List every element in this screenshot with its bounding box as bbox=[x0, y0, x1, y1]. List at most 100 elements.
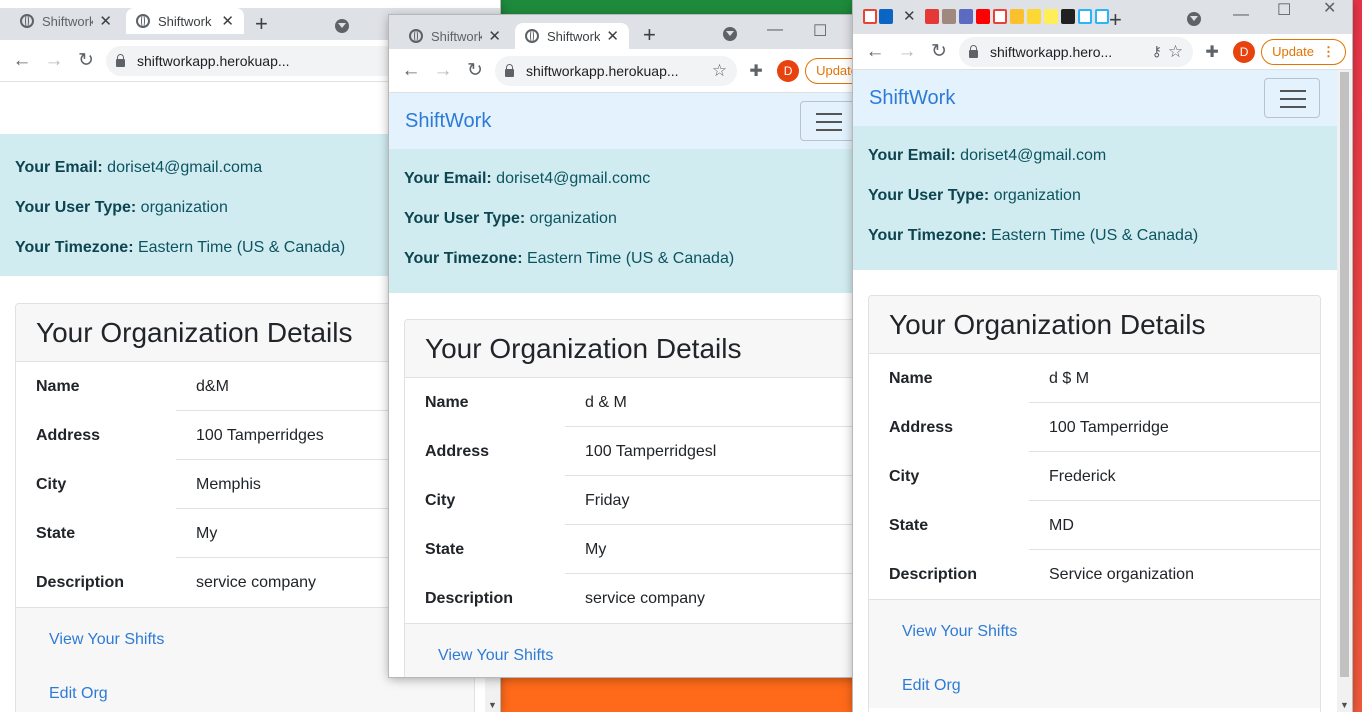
site-navbar: ShiftWork bbox=[853, 70, 1337, 126]
reload-icon[interactable]: ↻ bbox=[70, 49, 102, 72]
maximize-window-icon[interactable]: ☐ bbox=[813, 21, 827, 41]
lock-icon bbox=[969, 44, 978, 58]
gmail-favicon-icon[interactable] bbox=[993, 9, 1007, 24]
favicon-blue-icon[interactable] bbox=[1095, 9, 1109, 24]
favicon-yellow-icon[interactable] bbox=[1044, 9, 1058, 24]
back-arrow-icon[interactable]: ← bbox=[859, 41, 891, 63]
favicon-yellow-icon[interactable] bbox=[1027, 9, 1041, 24]
favicon-red-icon[interactable] bbox=[925, 9, 939, 24]
wallpaper-red-edge bbox=[1352, 0, 1362, 712]
close-tab-icon[interactable]: ✕ bbox=[606, 27, 619, 45]
org-details-card: Your Organization Details Name d $ M Addr… bbox=[868, 295, 1321, 712]
close-window-icon[interactable]: ✕ bbox=[1323, 0, 1336, 18]
hamburger-menu-icon[interactable] bbox=[800, 101, 856, 141]
user-type-label: Your User Type: bbox=[868, 187, 990, 204]
new-tab-plus-icon[interactable]: + bbox=[1109, 9, 1122, 31]
minimize-window-icon[interactable]: — bbox=[1233, 6, 1249, 24]
row-value: 100 Tamperridge bbox=[1049, 419, 1169, 436]
tab-shiftwork-1[interactable]: Shiftwork ✕ bbox=[399, 23, 511, 49]
org-card-footer: View Your Shifts Edit Org bbox=[869, 599, 1320, 708]
youtube-favicon-icon[interactable] bbox=[976, 9, 990, 24]
minimize-window-icon[interactable]: — bbox=[767, 21, 783, 39]
gmail-favicon-icon[interactable] bbox=[863, 9, 877, 24]
org-card-footer: View Your Shifts bbox=[405, 623, 869, 677]
browser-toolbar: ← → ↻ shiftworkapp.hero... ⚷ ☆ ✚ D Updat… bbox=[853, 34, 1352, 70]
favicon-yellow-icon[interactable] bbox=[1010, 9, 1024, 24]
url-text: shiftworkapp.herokuap... bbox=[526, 62, 679, 79]
address-bar[interactable]: shiftworkapp.herokuap... ☆ bbox=[106, 45, 432, 76]
new-tab-plus-icon[interactable]: + bbox=[255, 13, 268, 35]
favicon-dark-icon[interactable] bbox=[1061, 9, 1075, 24]
tab-search-icon[interactable] bbox=[723, 27, 737, 41]
favicon-photo-icon[interactable] bbox=[942, 9, 956, 24]
row-label: Address bbox=[36, 427, 101, 444]
tab-shiftwork-1[interactable]: Shiftwork ✕ bbox=[10, 8, 122, 34]
address-bar[interactable]: shiftworkapp.hero... ⚷ ☆ bbox=[959, 36, 1194, 67]
profile-avatar[interactable]: D bbox=[1233, 40, 1256, 63]
email-label: Your Email: bbox=[15, 159, 103, 176]
profile-avatar[interactable]: D bbox=[777, 59, 800, 82]
bookmark-star-icon[interactable]: ☆ bbox=[712, 61, 727, 81]
view-shifts-link[interactable]: View Your Shifts bbox=[438, 624, 869, 677]
scrollbar-thumb[interactable] bbox=[1340, 72, 1349, 677]
user-email-line: Your Email: doriset4@gmail.com bbox=[868, 136, 1322, 176]
back-arrow-icon[interactable]: ← bbox=[6, 50, 38, 72]
close-tab-icon[interactable]: ✕ bbox=[488, 27, 501, 45]
more-menu-icon: ⋮ bbox=[1322, 43, 1335, 59]
address-bar[interactable]: shiftworkapp.herokuap... ☆ bbox=[495, 55, 738, 86]
extensions-puzzle-icon[interactable]: ✚ bbox=[741, 61, 771, 81]
timezone-line: Your Timezone: Eastern Time (US & Canada… bbox=[868, 216, 1322, 256]
scroll-down-arrow-icon[interactable]: ▼ bbox=[485, 700, 500, 710]
email-label: Your Email: bbox=[404, 170, 492, 187]
brand-link[interactable]: ShiftWork bbox=[405, 110, 491, 133]
hamburger-menu-icon[interactable] bbox=[1264, 78, 1320, 118]
forward-arrow-icon[interactable]: → bbox=[38, 50, 70, 72]
reload-icon[interactable]: ↻ bbox=[923, 40, 955, 63]
row-value: service company bbox=[196, 574, 317, 591]
tab-search-icon[interactable] bbox=[335, 19, 349, 33]
update-label: Update bbox=[1272, 44, 1314, 59]
view-shifts-link[interactable]: View Your Shifts bbox=[902, 600, 1320, 654]
favicon-blue-icon[interactable] bbox=[1078, 9, 1092, 24]
user-info-alert: Your Email: doriset4@gmail.com Your User… bbox=[853, 126, 1337, 270]
close-tab-icon[interactable]: ✕ bbox=[221, 12, 234, 30]
email-label: Your Email: bbox=[868, 147, 956, 164]
brand-link[interactable]: ShiftWork bbox=[869, 87, 955, 110]
timezone-label: Your Timezone: bbox=[404, 250, 523, 267]
reload-icon[interactable]: ↻ bbox=[459, 59, 491, 82]
browser-window-3: ✕ + — ☐ ✕ ← → ↻ shiftworkapp.hero... ⚷ ☆… bbox=[853, 0, 1352, 712]
row-value: MD bbox=[1049, 517, 1074, 534]
email-value: doriset4@gmail.coma bbox=[107, 159, 263, 176]
org-row-state: State MD bbox=[869, 501, 1320, 550]
tab-search-icon[interactable] bbox=[1187, 12, 1201, 26]
row-label: City bbox=[425, 492, 456, 509]
back-arrow-icon[interactable]: ← bbox=[395, 60, 427, 82]
forward-arrow-icon[interactable]: → bbox=[427, 60, 459, 82]
update-button[interactable]: Update ⋮ bbox=[1261, 38, 1346, 65]
extensions-puzzle-icon[interactable]: ✚ bbox=[1197, 42, 1227, 62]
user-type-line: Your User Type: organization bbox=[868, 176, 1322, 216]
close-tab-icon[interactable]: ✕ bbox=[903, 7, 916, 25]
password-key-icon[interactable]: ⚷ bbox=[1152, 43, 1162, 60]
timezone-value: Eastern Time (US & Canada) bbox=[990, 227, 1199, 244]
page-scrollbar[interactable]: ▼ bbox=[1337, 70, 1352, 712]
linkedin-favicon-icon[interactable] bbox=[879, 9, 893, 24]
row-label: Description bbox=[889, 566, 978, 583]
edit-org-link[interactable]: Edit Org bbox=[902, 654, 1320, 708]
row-value: My bbox=[585, 541, 607, 558]
globe-icon bbox=[525, 29, 539, 43]
tab-label: Shiftwork bbox=[42, 13, 94, 29]
forward-arrow-icon[interactable]: → bbox=[891, 41, 923, 63]
bookmark-star-icon[interactable]: ☆ bbox=[1168, 42, 1183, 62]
tab-shiftwork-2[interactable]: Shiftwork ✕ bbox=[126, 8, 244, 34]
tab-shiftwork-2[interactable]: Shiftwork ✕ bbox=[515, 23, 629, 49]
scroll-down-arrow-icon[interactable]: ▼ bbox=[1337, 700, 1352, 710]
row-label: Address bbox=[425, 443, 490, 460]
maximize-window-icon[interactable]: ☐ bbox=[1277, 0, 1291, 20]
lock-icon bbox=[505, 63, 514, 77]
org-row-address: Address 100 Tamperridge bbox=[869, 403, 1320, 452]
new-tab-plus-icon[interactable]: + bbox=[643, 24, 656, 46]
favicon-v-icon[interactable] bbox=[959, 9, 973, 24]
close-tab-icon[interactable]: ✕ bbox=[99, 12, 112, 30]
row-value: service company bbox=[585, 590, 706, 607]
